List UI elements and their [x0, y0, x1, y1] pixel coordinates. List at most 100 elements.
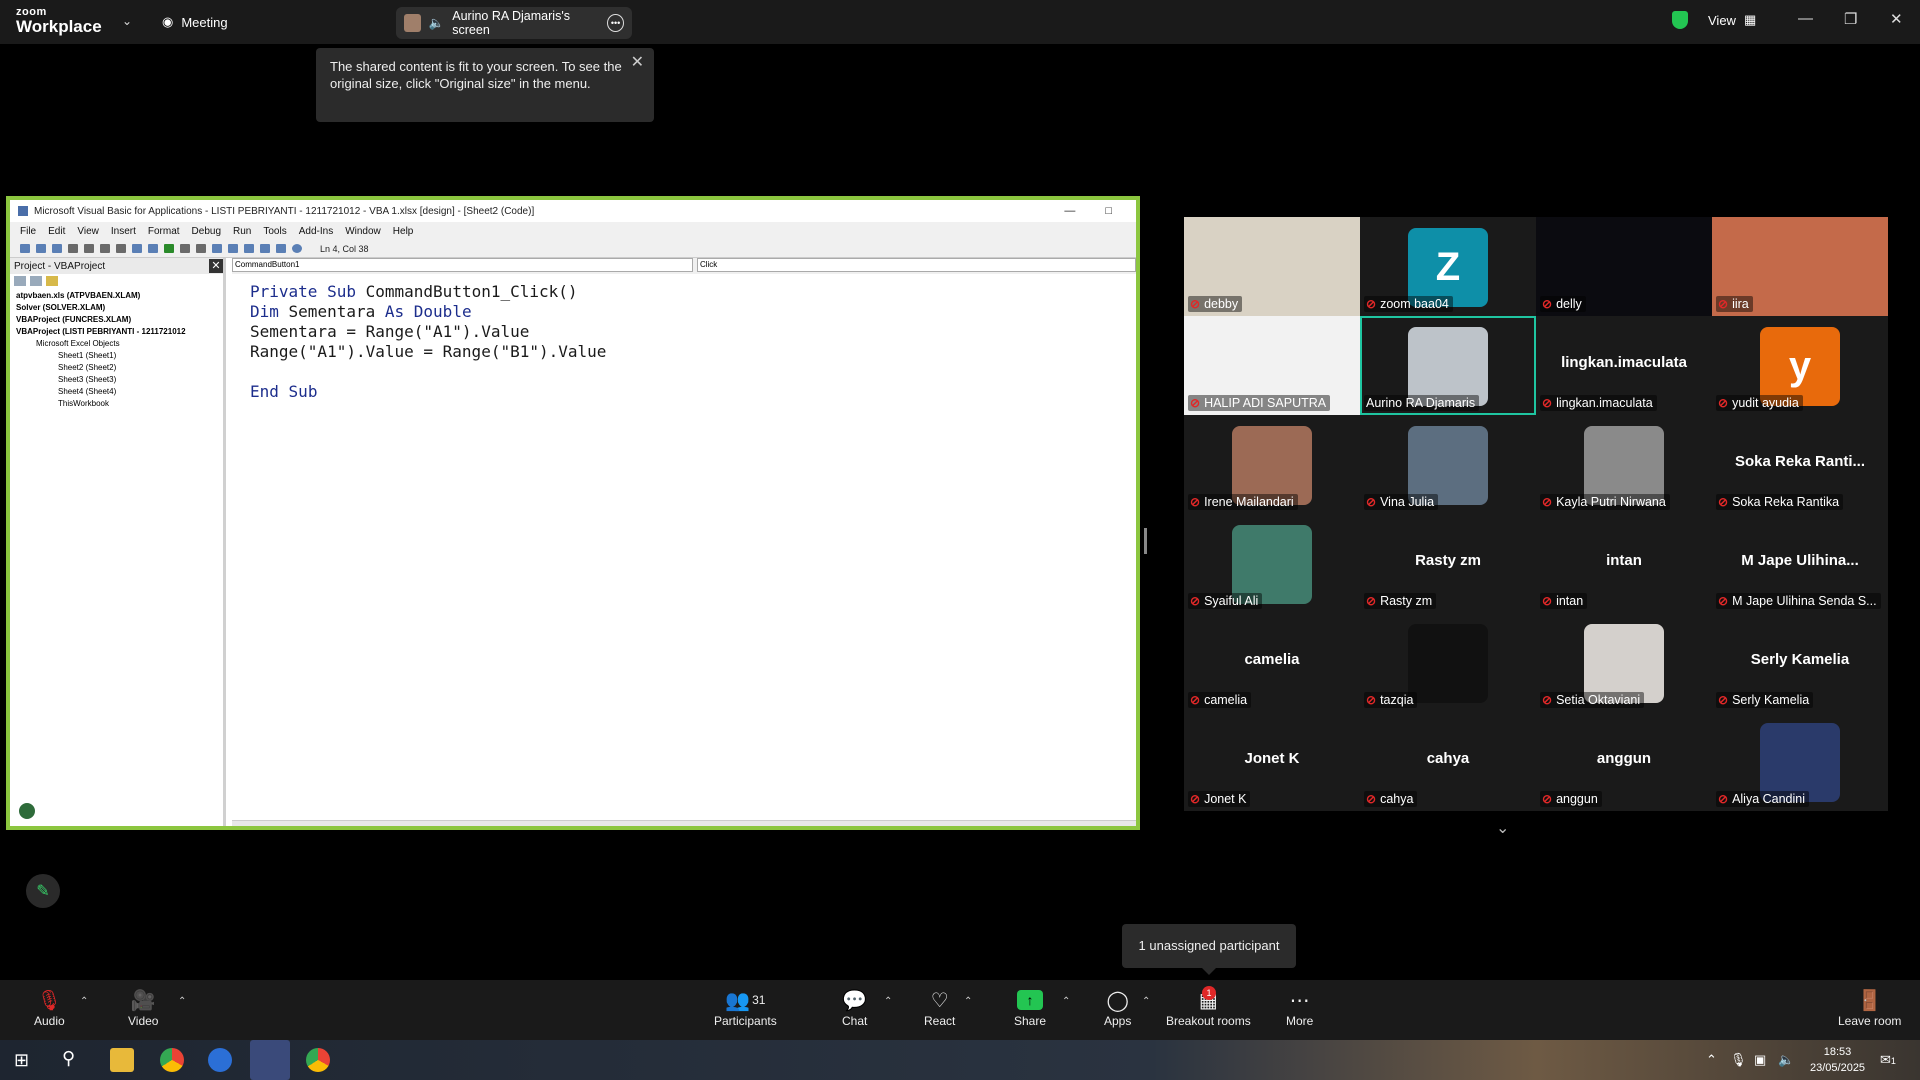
leave-room-button[interactable]: 🚪 Leave room: [1838, 986, 1901, 1029]
cut-icon[interactable]: [68, 244, 78, 253]
maximize-icon[interactable]: □: [1105, 205, 1112, 217]
share-options-caret[interactable]: ⌃: [1062, 996, 1070, 1007]
participant-tile[interactable]: intan ⊘ intan: [1536, 514, 1712, 613]
find-icon[interactable]: [116, 244, 126, 253]
close-icon[interactable]: ✕: [209, 259, 223, 273]
view-button[interactable]: View ▦: [1708, 12, 1756, 28]
tree-item[interactable]: atpvbaen.xls (ATPVBAEN.XLAM): [16, 290, 223, 302]
participant-tile[interactable]: ⊘ Aliya Candini: [1712, 712, 1888, 811]
apps-options-caret[interactable]: ⌃: [1142, 996, 1150, 1007]
react-button[interactable]: ♡ React: [924, 986, 955, 1029]
apps-button[interactable]: ◯ Apps: [1104, 986, 1131, 1029]
file-explorer-icon[interactable]: [110, 1048, 134, 1072]
vbe-menu-debug[interactable]: Debug: [192, 226, 221, 237]
chrome-icon[interactable]: [306, 1048, 330, 1072]
participant-tile[interactable]: cahya ⊘ cahya: [1360, 712, 1536, 811]
meeting-button[interactable]: ◉ Meeting: [162, 12, 228, 32]
participant-tile[interactable]: ⊘ Setia Oktaviani: [1536, 613, 1712, 712]
tree-item[interactable]: Sheet3 (Sheet3): [16, 374, 223, 386]
tree-item[interactable]: VBAProject (FUNCRES.XLAM): [16, 314, 223, 326]
vbe-menu-view[interactable]: View: [77, 226, 99, 237]
code-line[interactable]: Private Sub CommandButton1_Click(): [250, 282, 1136, 302]
close-icon[interactable]: ✕: [1890, 10, 1903, 28]
participant-tile[interactable]: ⊘ delly: [1536, 217, 1712, 316]
tree-item[interactable]: Sheet1 (Sheet1): [16, 350, 223, 362]
participant-tile[interactable]: Aurino RA Djamaris: [1360, 316, 1536, 415]
microphone-icon[interactable]: 🎙: [1730, 1052, 1747, 1068]
code-line[interactable]: [250, 362, 1136, 382]
zoom-taskbar-icon[interactable]: [250, 1040, 290, 1080]
code-window[interactable]: CommandButton1 Click Private Sub Command…: [232, 258, 1136, 826]
participant-tile[interactable]: ⊘ debby: [1184, 217, 1360, 316]
properties-icon[interactable]: [244, 244, 254, 253]
object-browser-icon[interactable]: [260, 244, 270, 253]
participant-tile[interactable]: Z ⊘ zoom baa04: [1360, 217, 1536, 316]
copy-icon[interactable]: [84, 244, 94, 253]
screen-share-indicator[interactable]: 🔈 Aurino RA Djamaris's screen •••: [396, 7, 632, 39]
project-explorer-icon[interactable]: [228, 244, 238, 253]
notification-icon[interactable]: ✉1: [1880, 1052, 1896, 1068]
participant-tile[interactable]: y ⊘ yudit ayudia: [1712, 316, 1888, 415]
vbe-menu-window[interactable]: Window: [345, 226, 381, 237]
chevron-down-icon[interactable]: ⌄: [122, 14, 132, 28]
react-options-caret[interactable]: ⌃: [964, 996, 972, 1007]
participant-tile[interactable]: ⊘ Kayla Putri Nirwana: [1536, 415, 1712, 514]
more-options-icon[interactable]: •••: [607, 14, 624, 32]
video-options-caret[interactable]: ⌃: [178, 996, 186, 1007]
object-dropdown[interactable]: CommandButton1: [232, 258, 693, 272]
participant-tile[interactable]: ⊘ tazqia: [1360, 613, 1536, 712]
share-button[interactable]: ↑ Share: [1014, 986, 1046, 1028]
resize-handle[interactable]: [1144, 528, 1147, 554]
video-button[interactable]: 🎥 Video: [128, 986, 158, 1029]
vbe-menu-format[interactable]: Format: [148, 226, 180, 237]
maximize-icon[interactable]: ❐: [1844, 10, 1857, 28]
vbe-menu-file[interactable]: File: [20, 226, 36, 237]
tree-item[interactable]: ThisWorkbook: [16, 398, 223, 410]
break-icon[interactable]: [180, 244, 190, 253]
participant-tile[interactable]: camelia ⊘ camelia: [1184, 613, 1360, 712]
participant-tile[interactable]: Rasty zm ⊘ Rasty zm: [1360, 514, 1536, 613]
chevron-down-icon[interactable]: ⌄: [1496, 818, 1509, 838]
security-shield-icon[interactable]: [1672, 11, 1688, 29]
redo-icon[interactable]: [148, 244, 158, 253]
participant-tile[interactable]: ⊘ Syaiful Ali: [1184, 514, 1360, 613]
vbe-menu-edit[interactable]: Edit: [48, 226, 65, 237]
close-icon[interactable]: ✕: [631, 54, 644, 71]
annotate-button[interactable]: ✎: [26, 874, 60, 908]
volume-icon[interactable]: 🔈: [1778, 1052, 1794, 1068]
vbe-menu-insert[interactable]: Insert: [111, 226, 136, 237]
chat-options-caret[interactable]: ⌃: [884, 996, 892, 1007]
tree-item[interactable]: VBAProject (LISTI PEBRIYANTI - 121172101…: [16, 326, 223, 338]
participant-tile[interactable]: Serly Kamelia ⊘ Serly Kamelia: [1712, 613, 1888, 712]
participant-tile[interactable]: ⊘ iira: [1712, 217, 1888, 316]
chrome-icon[interactable]: [160, 1048, 184, 1072]
code-line[interactable]: Dim Sementara As Double: [250, 302, 1136, 322]
tree-item[interactable]: Sheet4 (Sheet4): [16, 386, 223, 398]
excel-icon[interactable]: [20, 244, 30, 253]
toggle-folders-icon[interactable]: [46, 276, 58, 286]
undo-icon[interactable]: [132, 244, 142, 253]
breakout-rooms-button[interactable]: ▦ 1 Breakout rooms: [1166, 986, 1251, 1028]
participant-tile[interactable]: lingkan.imaculata ⊘ lingkan.imaculata: [1536, 316, 1712, 415]
code-line[interactable]: Range("A1").Value = Range("B1").Value: [250, 342, 1136, 362]
help-icon[interactable]: [292, 244, 302, 253]
windows-start-icon[interactable]: ⊞: [14, 1050, 29, 1071]
vbe-menu-addins[interactable]: Add-Ins: [299, 226, 333, 237]
participant-tile[interactable]: ⊘ HALIP ADI SAPUTRA: [1184, 316, 1360, 415]
toolbox-icon[interactable]: [276, 244, 286, 253]
reset-icon[interactable]: [196, 244, 206, 253]
minimize-icon[interactable]: —: [1064, 205, 1075, 217]
chevron-up-icon[interactable]: ⌃: [1706, 1052, 1717, 1068]
run-icon[interactable]: [164, 244, 174, 253]
save-icon[interactable]: [52, 244, 62, 253]
paste-icon[interactable]: [100, 244, 110, 253]
audio-button[interactable]: 🎙 Audio: [34, 986, 65, 1029]
tree-item[interactable]: Sheet2 (Sheet2): [16, 362, 223, 374]
search-icon[interactable]: ⚲: [62, 1048, 75, 1069]
participant-tile[interactable]: ⊘ Irene Mailandari: [1184, 415, 1360, 514]
more-button[interactable]: ⋯ More: [1286, 986, 1313, 1029]
participant-tile[interactable]: Jonet K ⊘ Jonet K: [1184, 712, 1360, 811]
audio-options-caret[interactable]: ⌃: [80, 996, 88, 1007]
participants-button[interactable]: 👥 31 Participants: [714, 986, 777, 1029]
app-icon[interactable]: [208, 1048, 232, 1072]
